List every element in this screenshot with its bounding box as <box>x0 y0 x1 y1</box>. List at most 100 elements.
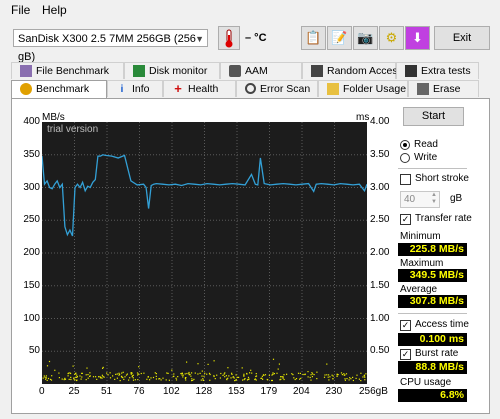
access-time-point <box>283 378 285 381</box>
access-time-point <box>162 377 164 379</box>
access-time-point <box>244 378 246 380</box>
access-time-point <box>76 376 78 378</box>
access-time-point <box>329 376 331 378</box>
access-time-checkbox[interactable]: ✓ <box>400 320 411 331</box>
left-tick-label: 400 <box>23 116 40 127</box>
access-time-point <box>225 375 227 377</box>
menu-file[interactable]: File <box>11 3 30 17</box>
access-time-point <box>209 373 211 376</box>
access-time-point <box>150 377 152 379</box>
access-time-point <box>220 372 222 375</box>
tab-extra-tests[interactable]: Extra tests <box>396 62 479 79</box>
tab-file-benchmark-label: File Benchmark <box>36 65 109 77</box>
access-time-point <box>154 372 156 374</box>
access-time-point <box>134 379 136 381</box>
left-tick-label: 50 <box>28 345 40 357</box>
access-time-point <box>171 369 173 371</box>
short-stroke-checkbox[interactable] <box>400 174 411 185</box>
burst-rate-value: 88.8 MB/s <box>398 361 467 374</box>
access-time-point <box>278 363 280 365</box>
exit-button[interactable]: Exit <box>434 26 490 50</box>
access-time-point <box>262 378 264 380</box>
access-time-point <box>79 375 81 377</box>
camera-icon: 📷 <box>357 30 374 45</box>
tab-benchmark-label: Benchmark <box>36 83 90 95</box>
drive-select[interactable]: SanDisk X300 2.5 7MM 256GB (256 gB) ▼ <box>13 29 208 63</box>
access-time-point <box>365 373 367 375</box>
access-time-point <box>197 363 199 365</box>
access-time-point <box>268 374 270 376</box>
access-time-point <box>92 376 95 378</box>
access-time-point <box>254 378 256 380</box>
copy-text-button[interactable]: 📋 <box>301 26 326 50</box>
access-time-point <box>224 372 226 374</box>
tab-folder-usage[interactable]: Folder Usage <box>318 80 408 97</box>
access-time-point <box>132 374 134 376</box>
access-time-point <box>152 376 155 379</box>
access-time-point <box>341 374 343 376</box>
read-radio[interactable] <box>400 140 410 150</box>
access-time-point <box>87 377 89 379</box>
file-benchmark-icon <box>20 65 32 77</box>
tab-random-access[interactable]: Random Access <box>302 62 403 79</box>
access-time-point <box>324 374 326 376</box>
tab-erase[interactable]: Erase <box>408 80 479 97</box>
access-time-point <box>89 375 91 377</box>
access-time-point <box>208 372 211 374</box>
access-time-point <box>328 374 330 376</box>
access-time-point <box>137 374 139 376</box>
menu-help[interactable]: Help <box>42 3 67 17</box>
tab-extra-tests-label: Extra tests <box>421 65 471 77</box>
burst-rate-checkbox[interactable]: ✓ <box>400 349 411 360</box>
access-time-point <box>282 376 284 378</box>
access-time-point <box>264 374 267 376</box>
options-button[interactable]: ⚙ <box>379 26 404 50</box>
x-tick-label: 230 <box>325 386 343 397</box>
tab-disk-monitor[interactable]: Disk monitor <box>124 62 220 79</box>
access-time-point <box>216 374 218 376</box>
start-button[interactable]: Start <box>403 107 464 126</box>
left-tick-label: 250 <box>23 214 40 226</box>
tab-info[interactable]: i Info <box>107 80 163 97</box>
tab-file-benchmark[interactable]: File Benchmark <box>11 62 124 79</box>
access-time-point <box>331 374 333 376</box>
transfer-rate-line <box>42 154 367 237</box>
access-time-point <box>140 372 142 375</box>
write-radio[interactable] <box>400 153 410 163</box>
transfer-rate-checkbox[interactable]: ✓ <box>400 214 411 225</box>
stroke-size-spinner[interactable]: 40 ▲ ▼ <box>400 191 440 208</box>
save-button[interactable]: ⬇ <box>405 26 430 50</box>
access-time-point <box>286 373 288 375</box>
access-time-point <box>307 376 309 378</box>
disk-monitor-icon <box>133 65 145 77</box>
access-time-point <box>42 377 44 379</box>
access-time-point <box>173 373 175 375</box>
access-time-point <box>81 376 83 378</box>
access-time-point <box>310 379 312 381</box>
access-time-point <box>356 374 358 376</box>
x-tick-label: 256gB <box>359 386 388 397</box>
access-time-point <box>81 372 83 374</box>
tab-benchmark[interactable]: Benchmark <box>11 80 107 99</box>
access-time-point <box>246 373 248 375</box>
download-arrow-icon: ⬇ <box>412 30 423 45</box>
chart-svg <box>42 122 367 384</box>
access-time-point <box>129 377 131 379</box>
temperature-button[interactable] <box>218 26 240 50</box>
left-tick-label: 300 <box>23 181 40 193</box>
tab-health[interactable]: + Health <box>163 80 236 97</box>
access-time-point <box>262 374 265 376</box>
access-time-point <box>222 374 224 376</box>
access-time-point <box>45 375 47 377</box>
access-time-point <box>147 376 149 378</box>
tab-error-scan[interactable]: Error Scan <box>236 80 318 97</box>
copy-all-button[interactable]: 📝 <box>327 26 352 50</box>
access-time-point <box>45 377 47 379</box>
access-time-point <box>251 372 253 374</box>
access-time-point <box>72 365 74 367</box>
screenshot-button[interactable]: 📷 <box>353 26 378 50</box>
access-time-point <box>116 377 118 379</box>
access-time-point <box>231 372 233 374</box>
tab-aam[interactable]: AAM <box>220 62 302 79</box>
access-time-point <box>124 376 126 378</box>
